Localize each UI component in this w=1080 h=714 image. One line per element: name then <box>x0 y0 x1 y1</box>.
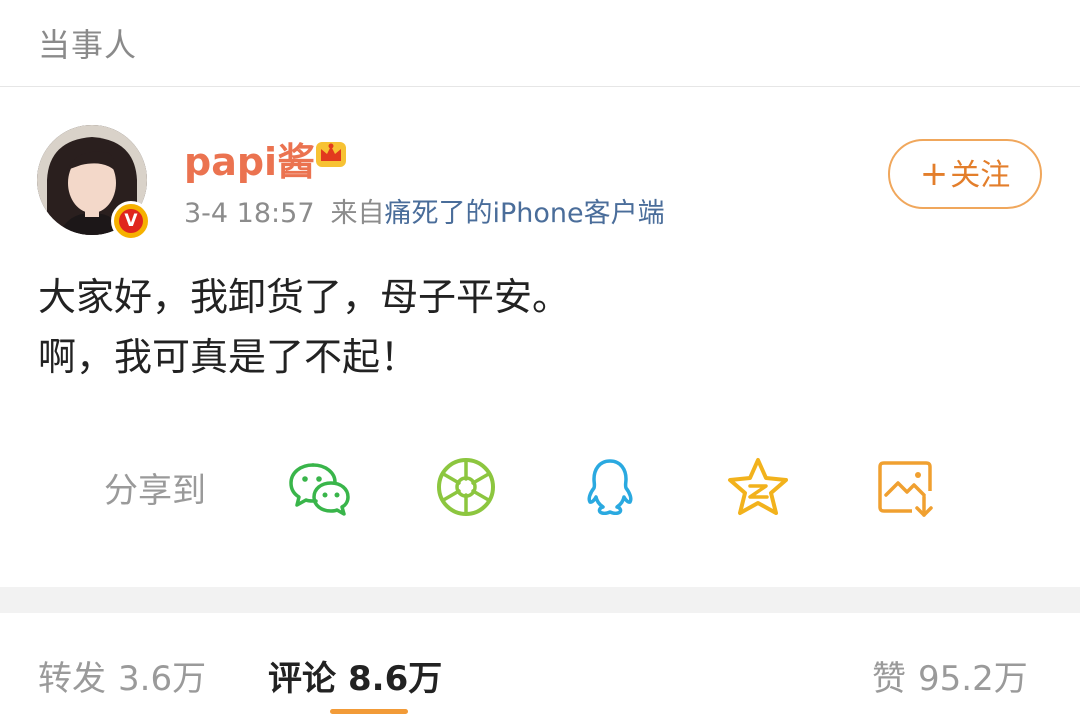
comment-label: 评论 <box>268 659 336 699</box>
weibo-post: V papi酱 3-4 18:57 来自痛死了的iPhone客户端 +关注 大家好… <box>0 87 1080 585</box>
qzone-icon[interactable] <box>726 455 790 519</box>
like-count: 95.2万 <box>918 659 1028 699</box>
section-divider <box>0 587 1080 613</box>
post-meta: 3-4 18:57 来自痛死了的iPhone客户端 <box>184 191 665 230</box>
repost-count: 3.6万 <box>118 659 207 699</box>
username[interactable]: papi酱 <box>184 131 315 186</box>
post-time: 3-4 18:57 <box>184 198 315 229</box>
comment-count: 8.6万 <box>348 659 443 699</box>
save-image-icon[interactable] <box>874 455 938 519</box>
source-prefix: 来自 <box>330 198 385 229</box>
tab-repost[interactable]: 转发 3.6万 <box>38 651 206 700</box>
post-content-line: 大家好，我卸货了，母子平安。 <box>38 275 571 319</box>
moments-icon[interactable] <box>434 455 498 519</box>
section-title: 当事人 <box>38 26 138 64</box>
follow-button[interactable]: +关注 <box>888 139 1042 209</box>
crown-icon <box>316 142 346 167</box>
share-label: 分享到 <box>104 471 206 511</box>
active-tab-indicator <box>330 709 408 714</box>
post-content-line: 啊，我可真是了不起！ <box>38 335 419 379</box>
like-label: 赞 <box>872 659 906 699</box>
repost-label: 转发 <box>38 659 106 699</box>
plus-icon: + <box>919 154 949 194</box>
stats-bar: 转发 3.6万 评论 8.6万 赞 95.2万 <box>0 613 1080 714</box>
source-app-link[interactable]: 痛死了的iPhone客户端 <box>385 198 665 229</box>
qq-icon[interactable] <box>578 455 642 519</box>
wechat-icon[interactable] <box>287 455 351 519</box>
share-row: 分享到 <box>0 447 1080 527</box>
tab-comment[interactable]: 评论 8.6万 <box>268 651 442 700</box>
section-header: 当事人 <box>0 0 1080 87</box>
verified-badge: V <box>111 201 151 241</box>
post-content: 大家好，我卸货了，母子平安。 啊，我可真是了不起！ <box>38 267 570 387</box>
verified-badge-letter: V <box>119 209 143 233</box>
tab-like[interactable]: 赞 95.2万 <box>872 651 1028 700</box>
follow-label: 关注 <box>950 158 1011 193</box>
